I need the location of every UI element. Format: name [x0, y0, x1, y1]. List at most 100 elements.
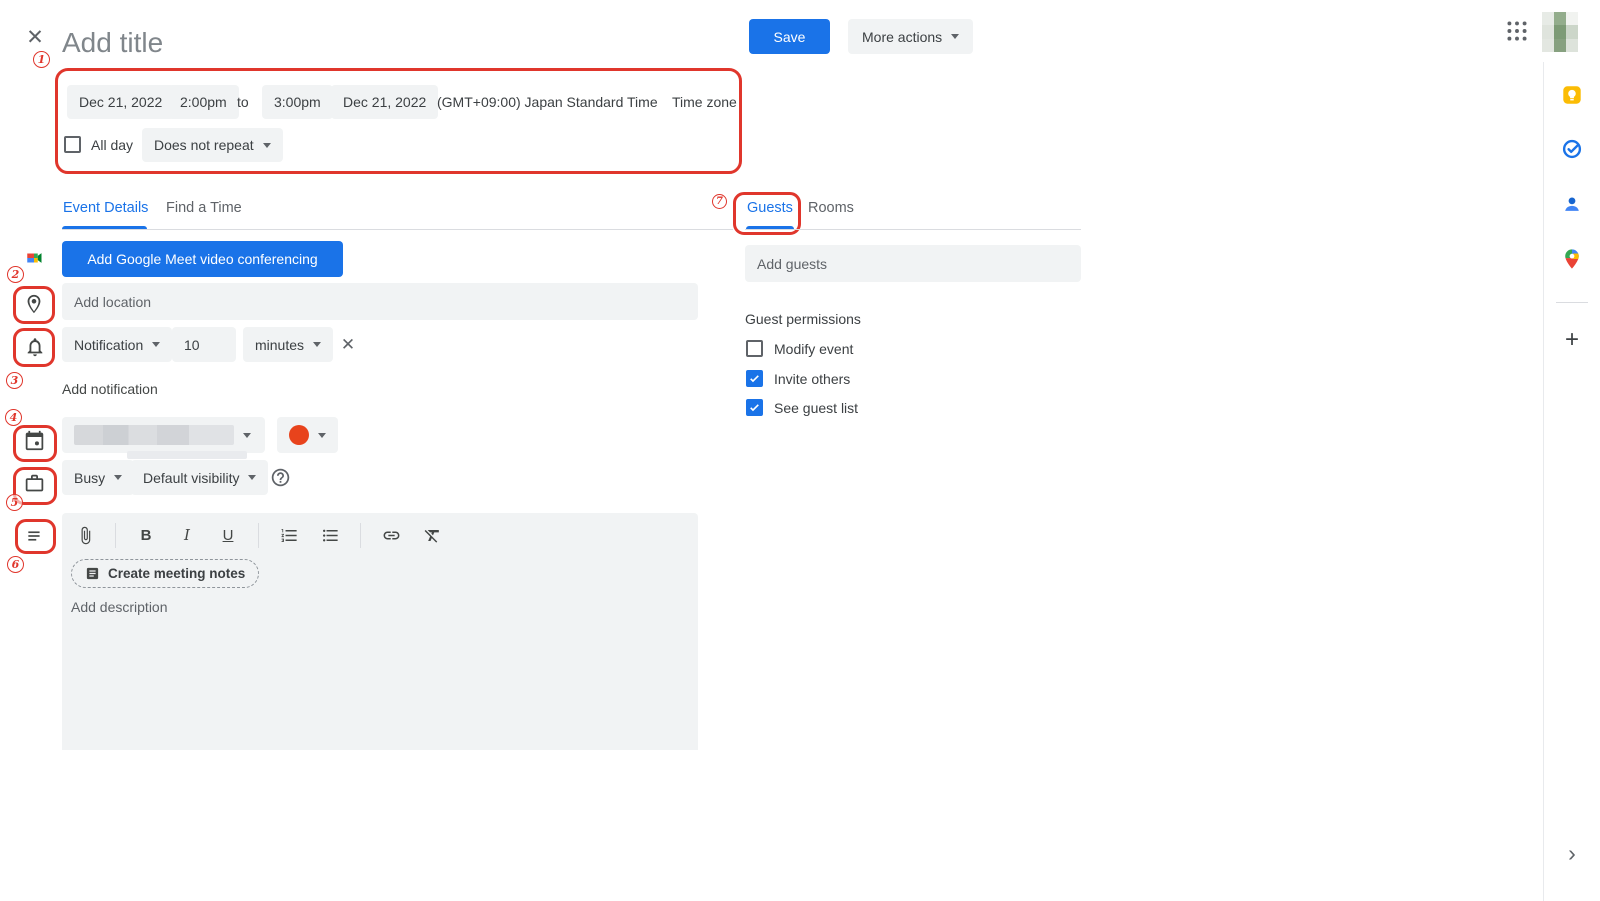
annotation-2: 2	[7, 266, 24, 283]
clear-formatting-icon	[423, 526, 442, 545]
see-guest-list-checkbox[interactable]	[746, 399, 763, 416]
annotation-1: 1	[33, 51, 50, 68]
google-apps-grid-button[interactable]	[1504, 18, 1530, 44]
side-panel-divider	[1543, 62, 1544, 901]
attachment-button[interactable]	[74, 523, 96, 547]
chevron-right-icon: ›	[1568, 840, 1576, 866]
tab-guests[interactable]: Guests	[747, 200, 793, 216]
tasks-button[interactable]	[1561, 138, 1583, 160]
location-input[interactable]: Add location	[62, 283, 698, 320]
all-day-label: All day	[91, 137, 133, 153]
notification-unit-dropdown[interactable]: minutes	[243, 327, 333, 362]
maps-button[interactable]	[1561, 248, 1583, 270]
timezone-label: (GMT+09:00) Japan Standard Time	[437, 94, 658, 110]
annotation-3: 3	[6, 372, 23, 389]
avatar[interactable]	[1542, 12, 1578, 52]
event-editor-page: ✕ Save More actions 1 2 3 4 5 6 7 Dec 21…	[0, 0, 1600, 901]
see-guest-list-label: See guest list	[774, 400, 858, 416]
tab-event-details[interactable]: Event Details	[63, 200, 148, 216]
tab-rooms[interactable]: Rooms	[808, 200, 854, 216]
event-title-input[interactable]	[62, 22, 682, 64]
notification-type-dropdown[interactable]: Notification	[62, 327, 172, 362]
timezone-button[interactable]: Time zone	[672, 94, 737, 110]
numbered-list-button[interactable]	[278, 523, 300, 547]
recurrence-dropdown[interactable]: Does not repeat	[142, 128, 283, 162]
link-icon	[382, 526, 401, 545]
remove-notification-button[interactable]: ✕	[336, 333, 360, 357]
add-notification-button[interactable]: Add notification	[62, 381, 158, 397]
tab-find-a-time[interactable]: Find a Time	[166, 200, 242, 216]
close-button[interactable]: ✕	[22, 25, 48, 51]
end-date-button[interactable]: Dec 21, 2022	[331, 85, 438, 119]
dropdown-arrow-icon	[248, 475, 256, 480]
close-icon: ✕	[26, 26, 44, 49]
italic-button[interactable]: I	[176, 523, 198, 547]
apps-grid-icon	[1504, 18, 1530, 44]
redacted-calendar-name	[127, 451, 247, 459]
close-icon: ✕	[341, 335, 355, 354]
dropdown-arrow-icon	[318, 433, 326, 438]
calendar-icon	[24, 430, 45, 451]
bell-icon	[24, 336, 46, 358]
event-color-dropdown[interactable]	[277, 417, 338, 453]
google-tasks-icon	[1561, 138, 1583, 160]
help-button[interactable]	[270, 467, 291, 488]
tabs-divider	[62, 229, 733, 230]
help-icon	[270, 467, 291, 488]
save-button[interactable]: Save	[749, 19, 830, 54]
clear-formatting-button[interactable]	[421, 523, 443, 547]
dropdown-arrow-icon	[263, 143, 271, 148]
insert-link-button[interactable]	[380, 523, 402, 547]
invite-others-checkbox[interactable]	[746, 370, 763, 387]
hide-side-panel-button[interactable]: ›	[1560, 841, 1584, 865]
plus-icon: +	[1565, 326, 1579, 353]
add-google-meet-button[interactable]: Add Google Meet video conferencing	[62, 241, 343, 277]
keep-button[interactable]	[1561, 84, 1583, 106]
notification-value-input[interactable]: 10	[172, 327, 236, 362]
start-date-button[interactable]: Dec 21, 2022	[67, 85, 174, 119]
google-maps-icon	[1561, 248, 1583, 270]
toolbar-divider	[115, 523, 116, 548]
end-time-button[interactable]: 3:00pm	[262, 85, 333, 119]
calendar-dropdown[interactable]	[62, 417, 265, 453]
busy-dropdown[interactable]: Busy	[62, 460, 134, 495]
dropdown-arrow-icon	[243, 433, 251, 438]
google-keep-icon	[1561, 84, 1583, 106]
event-color-dot	[289, 425, 309, 445]
toolbar-divider	[360, 523, 361, 548]
guests-placeholder: Add guests	[745, 256, 827, 272]
side-panel-divider-line	[1556, 302, 1588, 303]
more-actions-button[interactable]: More actions	[848, 19, 973, 54]
redacted-calendar-name	[74, 425, 234, 445]
all-day-checkbox[interactable]	[64, 136, 81, 153]
underline-button[interactable]: U	[217, 523, 239, 547]
guests-tabs-divider	[745, 229, 1081, 230]
location-pin-icon	[23, 293, 45, 315]
briefcase-icon	[24, 473, 45, 494]
annotation-7: 7	[712, 194, 727, 209]
google-contacts-icon	[1561, 193, 1583, 215]
contacts-button[interactable]	[1561, 193, 1583, 215]
create-meeting-notes-button[interactable]: Create meeting notes	[71, 559, 259, 588]
bold-button[interactable]: B	[135, 523, 157, 547]
annotation-4: 4	[5, 409, 22, 426]
invite-others-label: Invite others	[774, 371, 850, 387]
start-time-button[interactable]: 2:00pm	[168, 85, 239, 119]
modify-event-label: Modify event	[774, 341, 853, 357]
dropdown-arrow-icon	[951, 34, 959, 39]
description-toolbar: B I U	[74, 521, 443, 549]
to-label: to	[237, 94, 249, 110]
google-meet-icon	[24, 249, 44, 267]
annotation-5: 5	[6, 494, 23, 511]
description-lines-icon	[25, 526, 45, 546]
add-guests-input[interactable]: Add guests	[745, 245, 1081, 282]
visibility-dropdown[interactable]: Default visibility	[131, 460, 268, 495]
get-addons-button[interactable]: +	[1561, 329, 1583, 351]
description-placeholder: Add description	[71, 599, 168, 615]
modify-event-checkbox[interactable]	[746, 340, 763, 357]
dropdown-arrow-icon	[152, 342, 160, 347]
bulleted-list-button[interactable]	[319, 523, 341, 547]
toolbar-divider	[258, 523, 259, 548]
annotation-6: 6	[7, 556, 24, 573]
numbered-list-icon	[280, 526, 299, 545]
